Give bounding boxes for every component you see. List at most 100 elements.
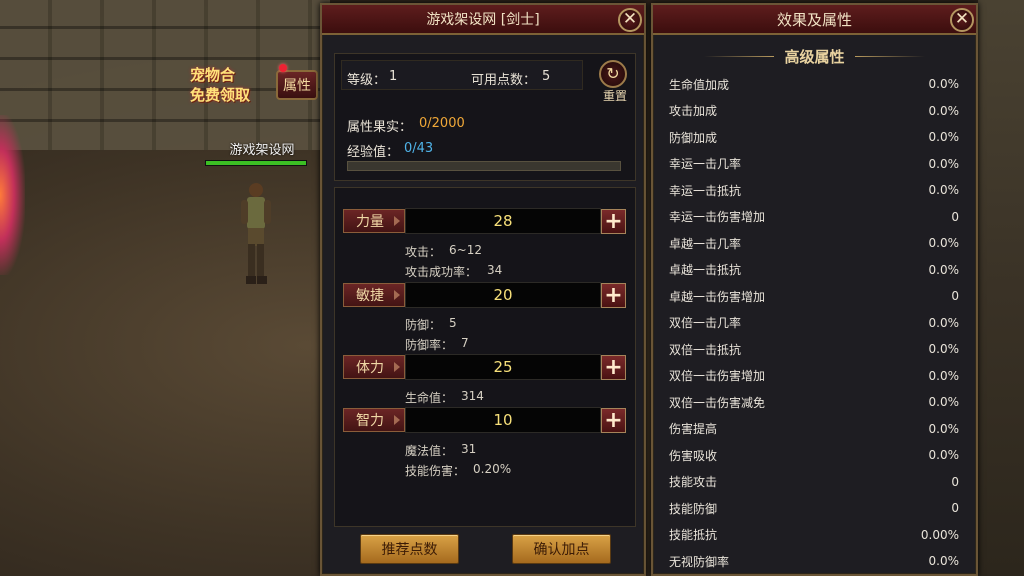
attribute-label: 防御加成 xyxy=(669,130,718,145)
attribute-label: 卓越一击伤害增加 xyxy=(669,289,766,304)
player-name: 游戏架设网 xyxy=(229,143,295,158)
attribute-label: 生命值加成 xyxy=(669,77,730,92)
exp-label: 经验值： xyxy=(347,145,400,160)
arrow-right-icon xyxy=(394,290,400,300)
attribute-value: 0.0% xyxy=(928,315,960,330)
attribute-row: 双倍一击伤害增加 0.0% xyxy=(669,363,959,389)
recommend-points-button[interactable]: 推荐点数 xyxy=(360,534,459,564)
character-stats-panel: 游戏架设网 [剑士] ✕ 等级： 1 可用点数： 5 ↻ 重置 属性果实： 0/… xyxy=(320,3,646,576)
exp-value: 0/43 xyxy=(404,141,434,156)
exp-bar xyxy=(347,161,621,171)
reset-button[interactable]: ↻ 重置 xyxy=(597,60,629,103)
arrow-right-icon xyxy=(394,362,400,372)
attribute-row: 技能抵抗 0.00% xyxy=(669,522,959,548)
attribute-value: 0.0% xyxy=(928,342,960,356)
stat-detail-value: 314 xyxy=(461,389,484,403)
player-character[interactable] xyxy=(236,178,276,288)
stat-vitality-button[interactable]: 体力 xyxy=(343,355,405,379)
stat-detail-label: 攻击： xyxy=(405,245,442,259)
attribute-row: 技能攻击 0 xyxy=(669,469,959,495)
attribute-row: 防御加成 0.0% xyxy=(669,124,959,150)
attribute-row: 双倍一击伤害减免 0.0% xyxy=(669,389,959,415)
player-hp-fill xyxy=(206,161,306,165)
plus-icon[interactable]: + xyxy=(601,209,626,234)
stat-agility-button[interactable]: 敏捷 xyxy=(343,283,405,307)
advanced-attributes-panel: 效果及属性 ✕ 高级属性 生命值加成 0.0% 攻击加成 0.0% 防御加成 0.0% 幸运… xyxy=(651,3,978,576)
level-value: 1 xyxy=(389,69,398,84)
attribute-row: 幸运一击几率 0.0% xyxy=(669,151,959,177)
attribute-value: 0.0% xyxy=(928,262,960,277)
attribute-row: 伤害提高 0.0% xyxy=(669,416,959,442)
player-hp-bar xyxy=(205,160,307,166)
attribute-value: 0.0% xyxy=(928,156,960,171)
attribute-label: 双倍一击伤害增加 xyxy=(669,369,766,383)
attribute-row: 幸运一击伤害增加 0 xyxy=(669,204,959,230)
stat-vitality-value: 25 xyxy=(405,354,601,380)
attribute-value: 0.0% xyxy=(928,236,960,250)
close-icon[interactable]: ✕ xyxy=(950,8,974,32)
stat-detail-label: 攻击成功率： xyxy=(405,265,478,279)
attribute-value: 0 xyxy=(951,501,959,515)
level-label: 等级： xyxy=(347,73,387,88)
attribute-label: 技能抵抗 xyxy=(669,528,718,542)
divider xyxy=(854,55,925,57)
stats-panel-title: 游戏架设网 [剑士] xyxy=(426,12,540,28)
attributes-panel-titlebar: 效果及属性 xyxy=(653,5,976,35)
attribute-tab-button[interactable]: 属性 xyxy=(276,70,318,100)
stat-energy-value: 10 xyxy=(405,407,601,433)
attribute-value: 0 xyxy=(951,289,959,303)
attribute-label: 幸运一击抵抗 xyxy=(669,183,742,198)
stat-detail-value: 0.20% xyxy=(473,462,512,476)
attribute-value: 0.0% xyxy=(928,554,960,568)
attribute-row: 幸运一击抵抗 0.0% xyxy=(669,177,959,203)
fruit-value: 0/2000 xyxy=(419,116,465,131)
section-title: 高级属性 xyxy=(784,47,845,66)
stat-detail-label: 防御： xyxy=(405,318,442,332)
attribute-label: 卓越一击抵抗 xyxy=(669,263,742,277)
attribute-value: 0 xyxy=(951,209,959,224)
attribute-label: 双倍一击伤害减免 xyxy=(669,395,766,410)
attribute-row: 双倍一击几率 0.0% xyxy=(669,310,959,336)
reset-label: 重置 xyxy=(602,89,627,103)
stat-detail-value: 34 xyxy=(487,263,503,277)
attribute-label: 幸运一击伤害增加 xyxy=(669,210,766,224)
attribute-value: 0.0% xyxy=(928,448,960,462)
stat-strength-button[interactable]: 力量 xyxy=(343,209,405,233)
arrow-right-icon xyxy=(394,216,400,226)
stat-detail-label: 魔法值： xyxy=(405,444,454,458)
attribute-value: 0.00% xyxy=(920,527,959,542)
plus-icon[interactable]: + xyxy=(601,408,626,433)
attribute-row: 伤害吸收 0.0% xyxy=(669,442,959,468)
stat-energy-button[interactable]: 智力 xyxy=(343,408,405,432)
stat-detail-value: 31 xyxy=(461,442,477,456)
stat-detail-label: 防御率： xyxy=(405,338,454,352)
attribute-label: 无视防御率 xyxy=(669,554,730,569)
stat-strength-label: 力量 xyxy=(356,214,384,230)
points-label: 可用点数： xyxy=(471,73,537,88)
attribute-row: 卓越一击抵抗 0.0% xyxy=(669,257,959,283)
close-icon[interactable]: ✕ xyxy=(618,8,642,32)
stat-vitality-label: 体力 xyxy=(356,360,384,376)
stat-agility-label: 敏捷 xyxy=(356,288,384,304)
section-header: 高级属性 xyxy=(653,45,976,67)
level-info-box: 等级： 1 可用点数： 5 ↻ 重置 属性果实： 0/2000 经验值： 0/4… xyxy=(334,53,636,181)
attribute-value: 0.0% xyxy=(928,130,960,144)
attribute-label: 伤害提高 xyxy=(669,422,718,436)
stat-energy-label: 智力 xyxy=(356,413,384,429)
attribute-label: 伤害吸收 xyxy=(669,448,718,463)
confirm-points-button[interactable]: 确认加点 xyxy=(512,534,611,564)
attribute-row: 卓越一击几率 0.0% xyxy=(669,230,959,256)
divider xyxy=(704,55,775,57)
plus-icon[interactable]: + xyxy=(601,355,626,380)
notification-dot-icon xyxy=(279,64,287,72)
attribute-label: 技能防御 xyxy=(669,501,718,516)
plus-icon[interactable]: + xyxy=(601,283,626,308)
stat-detail-label: 技能伤害： xyxy=(405,464,466,478)
attribute-value: 0.0% xyxy=(928,77,960,91)
stat-detail-label: 生命值： xyxy=(405,391,454,405)
arrow-right-icon xyxy=(394,415,400,425)
reset-icon: ↻ xyxy=(599,60,627,88)
attribute-row: 攻击加成 0.0% xyxy=(669,98,959,124)
attributes-panel-title: 效果及属性 xyxy=(776,10,852,29)
attribute-value: 0.0% xyxy=(928,103,960,118)
